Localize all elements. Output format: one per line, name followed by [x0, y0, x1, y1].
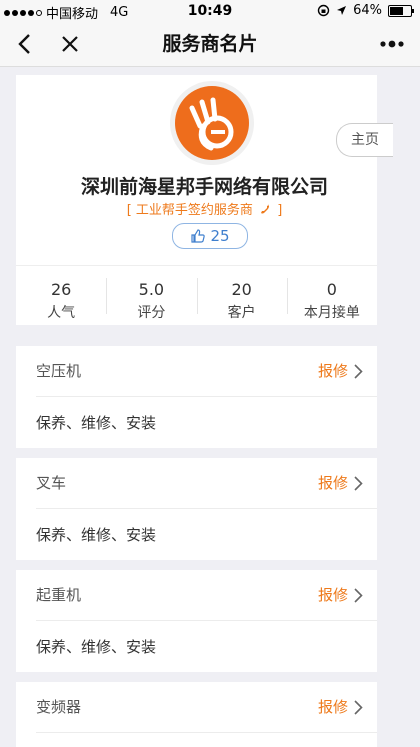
chevron-right-icon	[354, 699, 363, 715]
service-card-air-compressor: 空压机 报修 保养、维修、安装	[16, 346, 377, 448]
stat-label: 本月接单	[303, 305, 360, 321]
stat-label: 客户	[227, 305, 256, 321]
stat-value: 0	[326, 280, 337, 299]
service-description: 保养、维修、安装	[36, 638, 157, 656]
profile-card: 主页 深圳前海星邦手网络有限公司 [ 工业帮手签约服务商 ] 25 26 人气 …	[16, 75, 393, 326]
stat-monthly-orders: 0 本月接单	[286, 266, 377, 326]
stat-value: 26	[50, 280, 72, 299]
status-right: 64%	[317, 3, 414, 18]
subtitle-text: [ 工业帮手签约服务商	[126, 203, 253, 218]
service-card-crane: 起重机 报修 保养、维修、安装	[16, 570, 377, 672]
subtitle-bracket: ]	[277, 203, 283, 218]
service-card-inverter: 变频器 报修	[16, 682, 377, 747]
repair-button[interactable]: 报修	[318, 682, 363, 732]
more-dots-icon	[380, 40, 404, 48]
service-header: 空压机 报修	[36, 346, 377, 397]
more-options-button[interactable]	[370, 22, 414, 66]
service-name: 空压机	[36, 362, 82, 380]
repair-button[interactable]: 报修	[318, 570, 363, 620]
nav-bar: 服务商名片	[0, 22, 420, 67]
company-logo	[170, 81, 254, 165]
service-name: 起重机	[36, 586, 82, 604]
stat-label: 人气	[47, 305, 76, 321]
stat-rating: 5.0 评分	[106, 266, 196, 326]
company-subtitle: [ 工业帮手签约服务商 ]	[16, 199, 393, 218]
company-name: 深圳前海星邦手网络有限公司	[80, 176, 328, 198]
location-arrow-icon	[337, 6, 347, 15]
home-button[interactable]: 主页	[336, 123, 393, 157]
service-description: 保养、维修、安装	[36, 526, 157, 544]
service-name: 叉车	[36, 474, 67, 492]
like-count: 25	[210, 227, 230, 245]
repair-button[interactable]: 报修	[318, 346, 363, 396]
service-card-forklift: 叉车 报修 保养、维修、安装	[16, 458, 377, 560]
stat-label: 评分	[137, 305, 166, 321]
service-header: 叉车 报修	[36, 458, 377, 509]
service-name: 变频器	[36, 698, 82, 716]
repair-label: 报修	[317, 362, 348, 380]
battery-percent: 64%	[353, 3, 382, 18]
phone-icon[interactable]	[259, 203, 271, 215]
chevron-right-icon	[354, 587, 363, 603]
stat-value: 20	[231, 280, 252, 299]
service-header: 变频器 报修	[36, 682, 377, 733]
service-header: 起重机 报修	[36, 570, 377, 621]
repair-label: 报修	[317, 698, 348, 716]
rotation-lock-icon	[317, 4, 330, 17]
repair-label: 报修	[317, 474, 348, 492]
stat-customers: 20 客户	[196, 266, 287, 326]
repair-label: 报修	[317, 586, 348, 604]
service-description: 保养、维修、安装	[36, 414, 157, 432]
chevron-right-icon	[354, 363, 363, 379]
page-title: 服务商名片	[162, 33, 258, 55]
status-bar: 中国移动 4G 10:49 64%	[0, 0, 420, 22]
stats-row: 26 人气 5.0 评分 20 客户 0 本月接单	[16, 265, 377, 326]
brand-logo-icon	[175, 86, 249, 160]
stat-popularity: 26 人气	[16, 266, 106, 326]
thumbs-up-icon	[191, 229, 206, 243]
battery-icon	[388, 4, 414, 17]
chevron-right-icon	[354, 475, 363, 491]
repair-button[interactable]: 报修	[318, 458, 363, 508]
stat-value: 5.0	[138, 280, 165, 299]
like-button[interactable]: 25	[172, 223, 248, 249]
